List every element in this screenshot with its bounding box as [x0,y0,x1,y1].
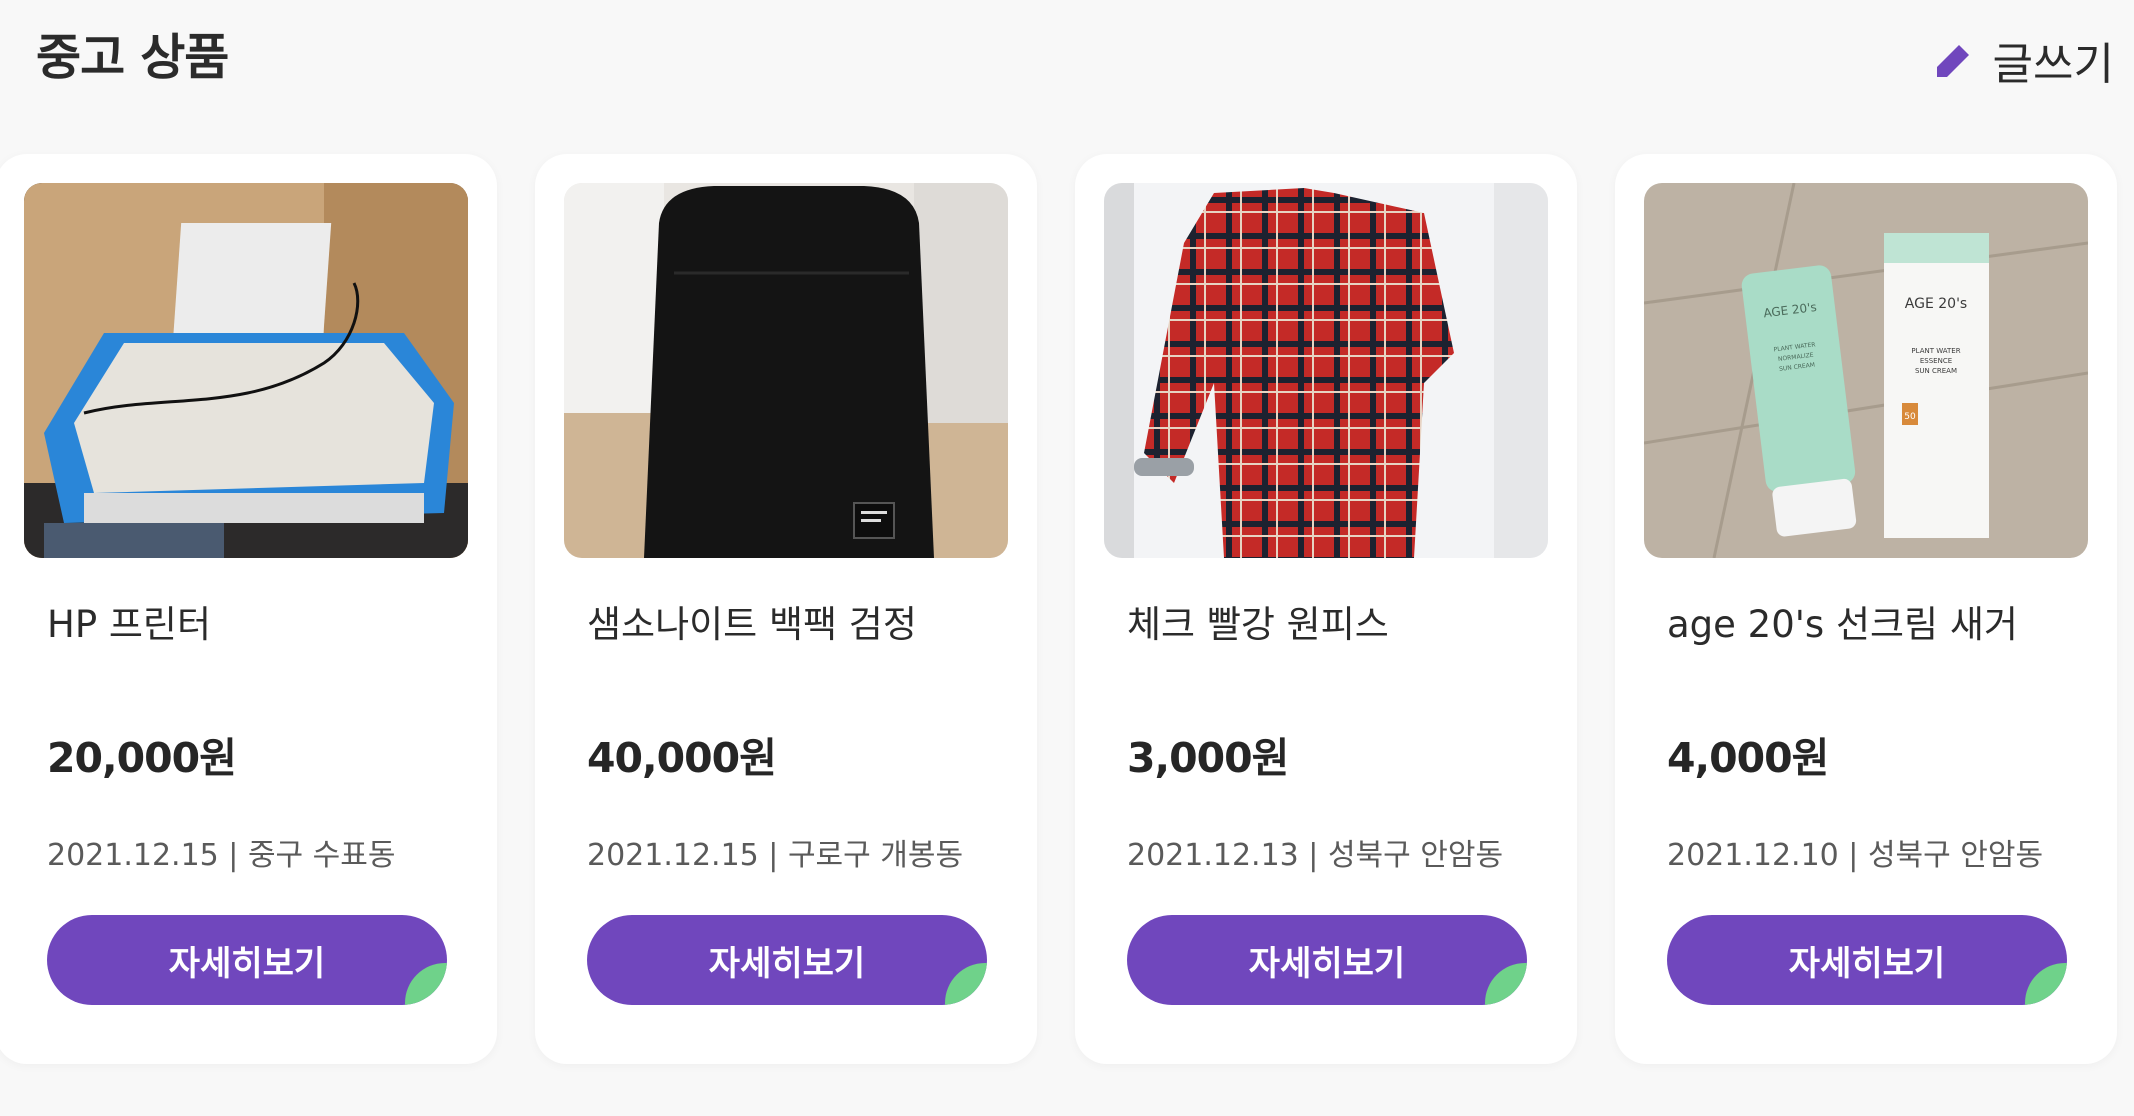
product-price: 20,000원 [47,734,237,782]
product-meta: 2021.12.10 | 성북구 안암동 [1667,838,2044,873]
product-card: AGE 20's PLANT WATER NORMALIZE SUN CREAM… [1615,154,2117,1064]
printer-image [24,183,468,558]
product-title[interactable]: HP 프린터 [47,594,211,648]
product-image-backpack[interactable] [564,183,1008,558]
box-line-3: SUN CREAM [1915,367,1957,375]
box-line-2: ESSENCE [1920,357,1952,365]
detail-button-label: 자세히보기 [708,943,866,984]
page-title: 중고 상품 [36,29,229,86]
box-spf: 50 [1904,412,1916,422]
product-price: 40,000원 [587,734,777,782]
box-brand: AGE 20's [1905,296,1967,312]
product-card: 체크 빨강 원피스 3,000원 2021.12.13 | 성북구 안암동 자세… [1075,154,1577,1064]
write-button-label: 글쓰기 [1992,39,2114,90]
product-image-printer[interactable] [24,183,468,558]
product-price: 4,000원 [1667,734,1829,782]
product-price: 3,000원 [1127,734,1289,782]
product-meta: 2021.12.15 | 구로구 개봉동 [587,838,964,873]
pencil-icon [1933,39,1975,81]
product-title[interactable]: 샘소나이트 백팩 검정 [587,594,917,648]
product-card: HP 프린터 20,000원 2021.12.15 | 중구 수표동 자세히보기 [0,154,497,1064]
detail-button[interactable]: 자세히보기 [1667,915,2067,1005]
robe-image [1104,183,1548,558]
box-line-1: PLANT WATER [1911,347,1960,355]
product-card: 샘소나이트 백팩 검정 40,000원 2021.12.15 | 구로구 개봉동… [535,154,1037,1064]
product-title[interactable]: age 20's 선크림 새거 [1667,594,2018,648]
product-image-suncream[interactable]: AGE 20's PLANT WATER NORMALIZE SUN CREAM… [1644,183,2088,558]
backpack-image [564,183,1008,558]
suncream-image: AGE 20's PLANT WATER NORMALIZE SUN CREAM… [1644,183,2088,558]
product-title[interactable]: 체크 빨강 원피스 [1127,594,1389,648]
product-meta: 2021.12.13 | 성북구 안암동 [1127,838,1504,873]
product-meta: 2021.12.15 | 중구 수표동 [47,838,396,873]
detail-button[interactable]: 자세히보기 [1127,915,1527,1005]
detail-button[interactable]: 자세히보기 [587,915,987,1005]
product-image-robe[interactable] [1104,183,1548,558]
detail-button-label: 자세히보기 [168,943,326,984]
product-list: HP 프린터 20,000원 2021.12.15 | 중구 수표동 자세히보기… [0,154,2134,1064]
detail-button-label: 자세히보기 [1248,943,1406,984]
detail-button[interactable]: 자세히보기 [47,915,447,1005]
write-button[interactable]: 글쓰기 [1933,28,2114,92]
detail-button-label: 자세히보기 [1788,943,1946,984]
